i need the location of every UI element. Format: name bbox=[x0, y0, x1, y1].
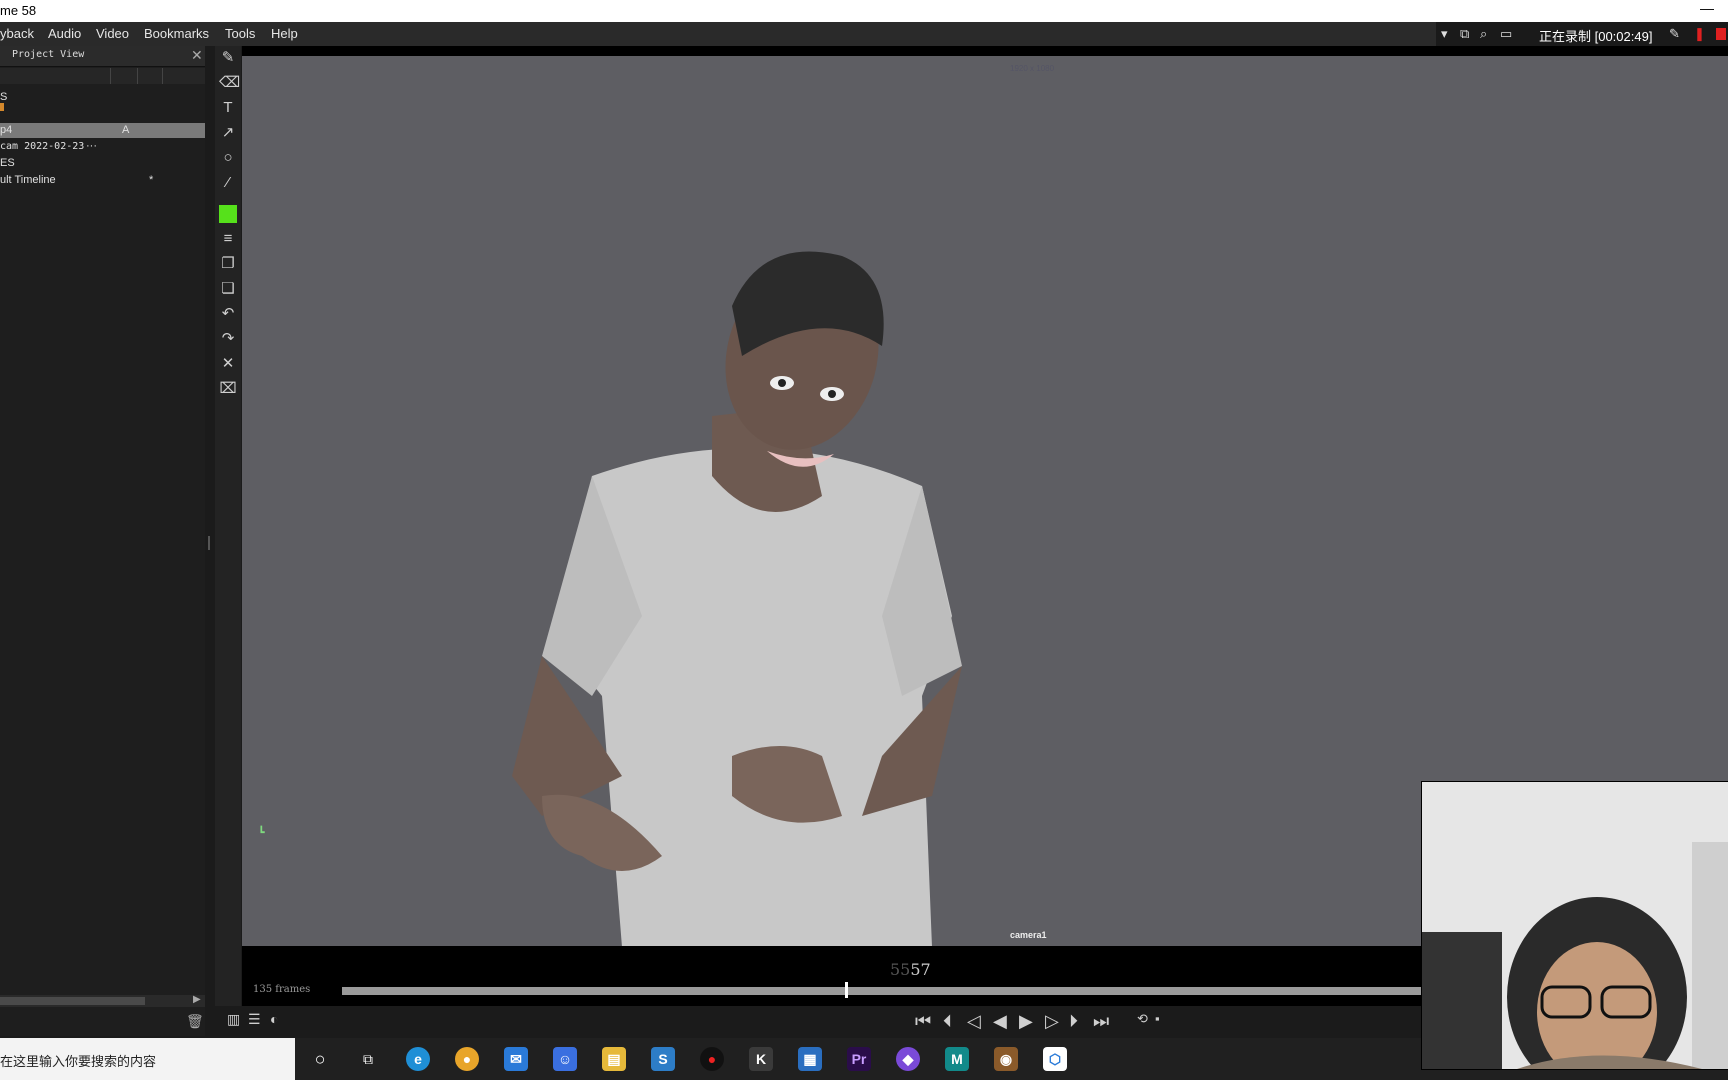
window-title: me 58 bbox=[0, 3, 37, 18]
camera-label: camera1 bbox=[1010, 930, 1047, 940]
copy-icon[interactable]: ❐ bbox=[219, 255, 237, 273]
recording-bar: ▾ ⧉ ⌕ ▭ 正在录制 [00:02:49] ✎ ❚ bbox=[1436, 22, 1728, 46]
panel-title: Project View bbox=[12, 49, 85, 60]
frame-number: 5557 bbox=[890, 960, 931, 979]
gimp-icon[interactable]: ◉ bbox=[994, 1047, 1018, 1071]
edge-icon[interactable]: e bbox=[406, 1047, 430, 1071]
text-icon[interactable]: T bbox=[219, 99, 237, 117]
close-icon[interactable]: ✕ bbox=[191, 47, 203, 64]
next-frame-icon[interactable]: ⏵ bbox=[1069, 1011, 1078, 1032]
step-forward-icon[interactable]: ▷ bbox=[1045, 1011, 1059, 1032]
tree-item-selected[interactable]: p4 bbox=[0, 124, 12, 136]
volume-icon[interactable]: ▪ bbox=[1155, 1011, 1160, 1026]
tree-item-column: A bbox=[122, 124, 130, 136]
stop-icon[interactable] bbox=[1716, 28, 1726, 40]
pen-icon[interactable]: ✎ bbox=[1669, 26, 1680, 42]
frame-current: 57 bbox=[910, 960, 931, 979]
orange-marker bbox=[0, 103, 4, 111]
list-icon[interactable]: ☰ bbox=[248, 1011, 261, 1028]
project-view-panel: Project View ✕ S p4 A cam 2022-02-23 ···… bbox=[0, 46, 205, 1036]
column-divider[interactable] bbox=[162, 68, 163, 84]
playhead[interactable] bbox=[845, 982, 848, 998]
webcam-overlay bbox=[1421, 781, 1728, 1070]
undo-icon[interactable]: ↶ bbox=[219, 305, 237, 323]
minimize-button[interactable]: — bbox=[1700, 0, 1714, 16]
loop-icon[interactable]: ⟲ bbox=[1137, 1011, 1148, 1027]
skip-end-icon[interactable]: ⏭ bbox=[1093, 1011, 1109, 1032]
mail-icon[interactable]: ✉ bbox=[504, 1047, 528, 1071]
column-divider[interactable] bbox=[110, 68, 111, 84]
lines-icon[interactable]: ≡ bbox=[219, 230, 237, 248]
screen-icon[interactable]: ▭ bbox=[1500, 26, 1512, 42]
webcam-feed bbox=[1422, 782, 1728, 1069]
tree-item[interactable]: ult Timeline bbox=[0, 174, 56, 186]
pause-icon[interactable]: ❚ bbox=[1694, 26, 1705, 42]
annotation-toolbar: ✎ ⌫ T ↗ ○ ⁄ ≡ ❐ ❏ ↶ ↷ ✕ ⌧ bbox=[215, 46, 241, 1036]
palette-icon[interactable]: ◐ bbox=[270, 1011, 278, 1027]
record-icon[interactable]: ● bbox=[700, 1047, 724, 1071]
prev-frame-icon[interactable]: ⏴ bbox=[943, 1011, 952, 1032]
panel-splitter[interactable] bbox=[205, 46, 215, 1036]
axis-gizmo: ┗ bbox=[258, 827, 265, 839]
frames-label: 135 frames bbox=[253, 984, 311, 995]
scroll-right-icon[interactable]: ▶ bbox=[193, 994, 201, 1005]
pencil-icon[interactable]: ✎ bbox=[219, 49, 237, 67]
keyframe-app-icon[interactable]: K bbox=[749, 1047, 773, 1071]
store-icon[interactable]: ▦ bbox=[798, 1047, 822, 1071]
clear-icon[interactable]: ✕ bbox=[219, 355, 237, 373]
arrow-icon[interactable]: ↗ bbox=[219, 124, 237, 142]
finder-icon[interactable]: ☺ bbox=[553, 1047, 577, 1071]
tree-item[interactable]: S bbox=[0, 91, 7, 103]
play-icon[interactable]: ▶ bbox=[1019, 1011, 1033, 1032]
play-backward-icon[interactable]: ◀ bbox=[993, 1011, 1007, 1032]
circle-icon[interactable]: ○ bbox=[219, 149, 237, 167]
search-placeholder: 在这里输入你要搜索的内容 bbox=[0, 1054, 157, 1069]
frame-prev: 55 bbox=[890, 960, 911, 979]
menu-help[interactable]: Help bbox=[271, 26, 298, 41]
panel-header: Project View ✕ bbox=[0, 46, 205, 67]
step-back-icon[interactable]: ◁ bbox=[967, 1011, 981, 1032]
redo-icon[interactable]: ↷ bbox=[219, 330, 237, 348]
recording-status: 正在录制 [00:02:49] bbox=[1539, 29, 1653, 44]
more-icon[interactable]: ··· bbox=[86, 140, 97, 152]
premiere-icon[interactable]: Pr bbox=[847, 1047, 871, 1071]
timeline-track[interactable] bbox=[342, 987, 1542, 995]
menu-video[interactable]: Video bbox=[96, 26, 129, 41]
tree-item[interactable]: cam 2022-02-23 bbox=[0, 141, 84, 152]
chrome-icon[interactable]: ● bbox=[455, 1047, 479, 1071]
tree-item[interactable]: ES bbox=[0, 157, 15, 169]
clear-all-icon[interactable]: ⌧ bbox=[219, 380, 237, 398]
cortana-icon[interactable]: ○ bbox=[308, 1047, 332, 1071]
trash-icon[interactable]: 🗑 bbox=[186, 1013, 204, 1030]
menu-bookmarks[interactable]: Bookmarks bbox=[144, 26, 209, 41]
selected-row-bg[interactable] bbox=[0, 123, 205, 138]
column-divider[interactable] bbox=[137, 68, 138, 84]
color-swatch[interactable] bbox=[219, 205, 237, 223]
window-titlebar: me 58 — bbox=[0, 0, 1728, 22]
skip-start-icon[interactable]: ⏮ bbox=[915, 1011, 931, 1032]
modified-marker: * bbox=[149, 174, 154, 186]
app-s-icon[interactable]: S bbox=[651, 1047, 675, 1071]
task-view-icon[interactable]: ⧉ bbox=[356, 1047, 380, 1071]
eraser-icon[interactable]: ⌫ bbox=[219, 74, 240, 92]
paste-icon[interactable]: ❏ bbox=[219, 280, 237, 298]
scrollbar-thumb[interactable] bbox=[0, 997, 145, 1005]
splitter-handle[interactable] bbox=[208, 536, 210, 550]
dropper-icon[interactable]: ⁄ bbox=[219, 174, 237, 192]
dropdown-icon[interactable]: ▾ bbox=[1441, 26, 1448, 42]
network-app-icon[interactable]: ⬡ bbox=[1043, 1047, 1067, 1071]
zoom-icon[interactable]: ⌕ bbox=[1480, 26, 1487, 42]
window-icon[interactable]: ⧉ bbox=[1460, 26, 1469, 42]
folder-icon[interactable]: ▤ bbox=[602, 1047, 626, 1071]
layout-icon[interactable]: ▥ bbox=[227, 1011, 240, 1028]
menu-tools[interactable]: Tools bbox=[225, 26, 255, 41]
color-app-icon[interactable]: ◆ bbox=[896, 1047, 920, 1071]
column-header bbox=[0, 68, 205, 84]
horizontal-scrollbar[interactable]: ▶ bbox=[0, 994, 205, 1007]
menu-playback[interactable]: yback bbox=[0, 26, 34, 41]
maya-icon[interactable]: M bbox=[945, 1047, 969, 1071]
menu-audio[interactable]: Audio bbox=[48, 26, 81, 41]
taskbar-search[interactable]: 在这里输入你要搜索的内容 bbox=[0, 1038, 295, 1080]
